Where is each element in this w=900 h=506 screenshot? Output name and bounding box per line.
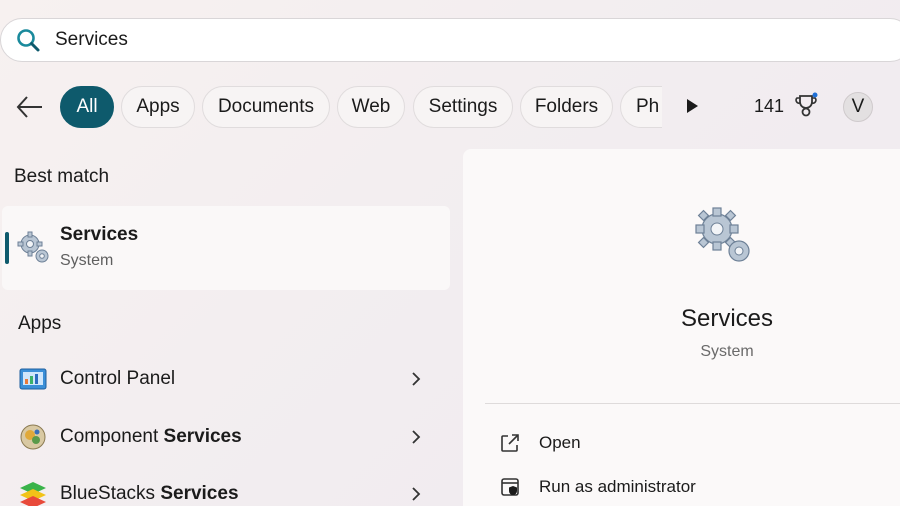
trophy-icon[interactable]: [794, 92, 820, 120]
best-match-title: Services: [60, 224, 139, 245]
reward-points: 141: [754, 96, 785, 116]
detail-title: Services: [680, 305, 774, 332]
search-icon: [17, 29, 40, 52]
best-match-subtitle: System: [60, 252, 114, 269]
open-action[interactable]: Open: [499, 428, 879, 458]
detail-subtitle: System: [700, 343, 754, 360]
apps-heading: Apps: [18, 313, 62, 334]
gears-icon: [695, 207, 750, 262]
list-item-bluestacks-services[interactable]: BlueStacks Services: [0, 469, 450, 506]
best-match-result[interactable]: Services System: [2, 206, 450, 290]
filter-chip-web[interactable]: Web: [337, 86, 405, 128]
open-label: Open: [539, 433, 581, 452]
bluestacks-icon: [20, 482, 46, 506]
chevron-right-icon: [412, 430, 421, 444]
list-item-label: Control Panel: [60, 368, 176, 389]
filter-chip-documents[interactable]: Documents: [202, 86, 330, 128]
filter-chip-all[interactable]: All: [60, 86, 114, 128]
list-item-label: BlueStacks Services: [60, 483, 239, 504]
best-match-heading: Best match: [14, 166, 110, 187]
avatar[interactable]: V: [843, 92, 873, 122]
control-panel-icon: [19, 368, 47, 390]
detail-pane: Services System Open Run as administrato…: [463, 149, 900, 506]
gears-icon: [17, 231, 49, 263]
filter-chip-apps[interactable]: Apps: [121, 86, 195, 128]
search-bar[interactable]: [0, 18, 900, 62]
run-as-administrator-action[interactable]: Run as administrator: [499, 472, 879, 502]
filter-chip-photos[interactable]: Ph: [620, 86, 662, 128]
filter-bar: All Apps Documents Web Settings Folders …: [0, 84, 900, 130]
search-input[interactable]: [55, 25, 755, 55]
divider: [485, 403, 900, 404]
run-as-administrator-label: Run as administrator: [539, 477, 696, 496]
open-external-icon: [501, 434, 519, 452]
list-item-label: Component Services: [60, 426, 242, 447]
shield-icon: [501, 478, 519, 496]
chevron-right-icon: [412, 372, 421, 386]
list-item-control-panel[interactable]: Control Panel: [0, 354, 450, 404]
back-arrow-icon[interactable]: [14, 93, 46, 121]
filter-chip-folders[interactable]: Folders: [520, 86, 613, 128]
selection-indicator: [5, 232, 9, 264]
play-icon[interactable]: [684, 97, 700, 115]
component-services-icon: [20, 424, 46, 450]
filter-chip-settings[interactable]: Settings: [413, 86, 513, 128]
chevron-right-icon: [412, 487, 421, 501]
list-item-component-services[interactable]: Component Services: [0, 412, 450, 462]
